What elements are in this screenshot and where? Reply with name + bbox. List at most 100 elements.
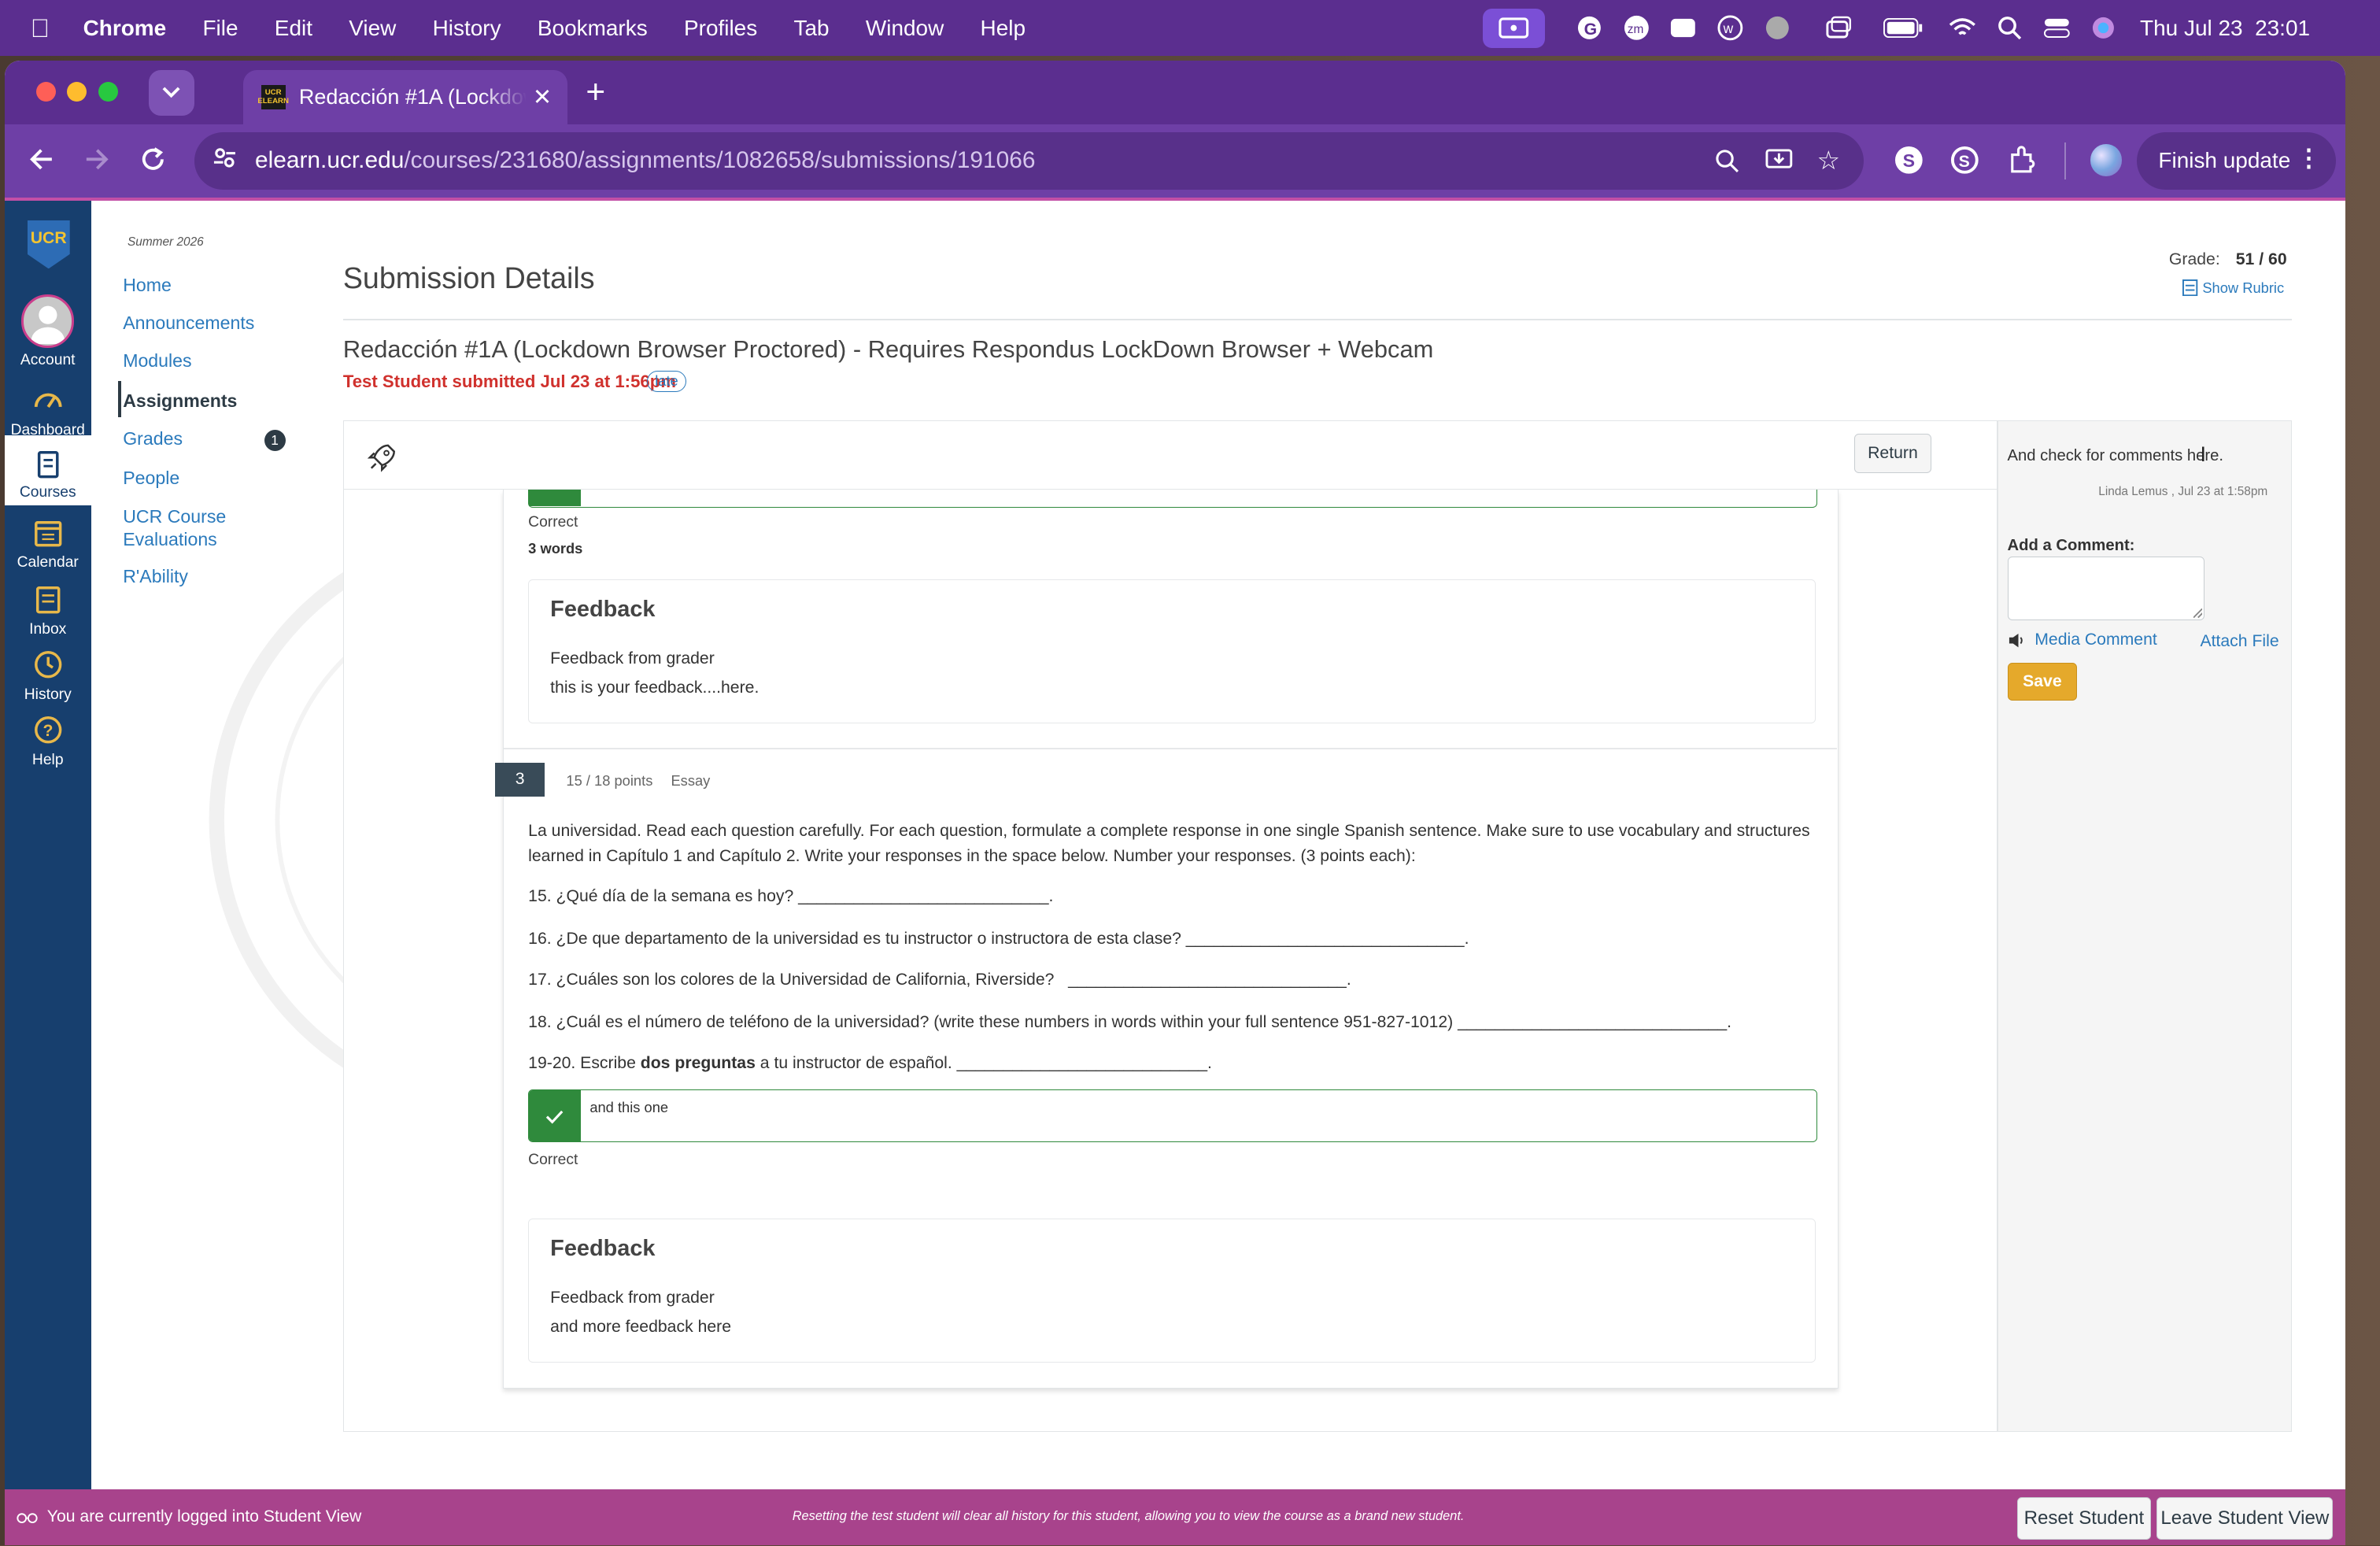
save-button[interactable]: Save xyxy=(2007,662,2078,701)
menu-window[interactable]: Window xyxy=(866,16,944,41)
zoom-lens-icon[interactable] xyxy=(1715,149,1739,179)
nav-inbox[interactable]: Inbox xyxy=(5,583,91,638)
browser-window: UCR ELEARN Redacción #1A (Lockdown Br ✕ … xyxy=(4,61,2345,1546)
nav-account[interactable]: Account xyxy=(5,294,91,369)
comment-textarea[interactable] xyxy=(2007,556,2205,620)
menu-help[interactable]: Help xyxy=(981,16,1026,41)
course-nav-evaluations[interactable]: UCR Course Evaluations xyxy=(123,505,229,551)
extension-s-icon[interactable]: S xyxy=(1894,146,1924,181)
menu-view[interactable]: View xyxy=(349,16,396,41)
course-nav-announcements[interactable]: Announcements xyxy=(123,313,254,334)
siri-icon[interactable] xyxy=(2090,16,2117,40)
quiz-panel: Return Correct 3 words Feedback Feedback… xyxy=(342,420,1998,1432)
menu-tray: G zm w Thu Jul 23 23:01 xyxy=(1483,0,2310,56)
return-button[interactable]: Return xyxy=(1853,433,1932,473)
help-icon: ? xyxy=(34,716,61,744)
forward-icon[interactable] xyxy=(83,146,111,179)
rocket-icon[interactable] xyxy=(367,442,397,473)
leave-student-view-button[interactable]: Leave Student View xyxy=(2156,1496,2334,1540)
menu-bookmarks[interactable]: Bookmarks xyxy=(538,16,648,41)
zoom-window-button[interactable] xyxy=(98,82,119,102)
finish-update-button[interactable]: Finish update ⋮ xyxy=(2137,131,2337,190)
avatar-icon xyxy=(21,294,75,348)
menu-history[interactable]: History xyxy=(433,16,501,41)
page-title: Submission Details xyxy=(342,261,595,294)
nav-calendar-label: Calendar xyxy=(17,553,79,571)
divider xyxy=(2064,142,2066,179)
mac-menu-bar:  Chrome File Edit View History Bookmark… xyxy=(0,0,2380,57)
address-bar[interactable]: elearn.ucr.edu/courses/231680/assignment… xyxy=(194,131,1864,190)
comment-text: And check for comments here. xyxy=(2007,446,2223,464)
glasses-icon xyxy=(17,1513,38,1523)
extensions-puzzle-icon[interactable] xyxy=(2008,146,2037,181)
grade-label: Grade: xyxy=(2168,250,2220,269)
submitted-text: Test Student submitted Jul 23 at 1:56pm xyxy=(342,372,676,392)
course-nav-people[interactable]: People xyxy=(123,468,179,489)
quiz-content: Correct 3 words Feedback Feedback from g… xyxy=(494,477,1839,1389)
globe-icon[interactable] xyxy=(1764,16,1791,40)
menu-app-name[interactable]: Chrome xyxy=(83,16,167,41)
menu-tab[interactable]: Tab xyxy=(793,16,829,41)
student-view-message: You are currently logged into Student Vi… xyxy=(46,1507,362,1526)
question-line-19-20: 19-20. Escribe dos preguntas a tu instru… xyxy=(528,1054,1212,1073)
url-domain: elearn.ucr.edu xyxy=(254,147,405,174)
menu-edit[interactable]: Edit xyxy=(275,16,312,41)
notes-icon[interactable] xyxy=(1669,16,1697,40)
minimize-window-button[interactable] xyxy=(66,82,87,102)
apple-icon[interactable]:  xyxy=(31,13,50,43)
ucr-logo[interactable]: UCR xyxy=(27,220,70,269)
menu-datetime[interactable]: Thu Jul 23 23:01 xyxy=(2140,16,2310,41)
menu-file[interactable]: File xyxy=(202,16,238,41)
zoom-icon[interactable]: zm xyxy=(1623,16,1650,41)
media-comment-link[interactable]: Media Comment xyxy=(2008,631,2157,649)
finish-update-label: Finish update xyxy=(2158,148,2291,173)
tab-search-button[interactable] xyxy=(148,69,194,116)
active-tab[interactable]: UCR ELEARN Redacción #1A (Lockdown Br ✕ xyxy=(242,69,568,125)
course-nav-assignments[interactable]: Assignments xyxy=(123,390,237,412)
bookmark-star-icon[interactable]: ☆ xyxy=(1816,146,1839,176)
nav-history[interactable]: History xyxy=(5,648,91,703)
feedback-box: Feedback Feedback from grader and more f… xyxy=(528,1218,1816,1363)
nav-courses[interactable]: Courses xyxy=(4,435,91,506)
browser-toolbar: elearn.ucr.edu/courses/231680/assignment… xyxy=(4,124,2345,198)
resize-handle-icon[interactable] xyxy=(2193,608,2203,618)
course-nav-home[interactable]: Home xyxy=(123,275,172,296)
kebab-menu-icon[interactable]: ⋮ xyxy=(2297,144,2321,172)
line5-pre: 19-20. Escribe xyxy=(528,1054,641,1073)
spotlight-icon[interactable] xyxy=(1996,16,2023,40)
back-icon[interactable] xyxy=(28,146,55,179)
wifi-icon[interactable] xyxy=(1949,16,1976,40)
reset-student-button[interactable]: Reset Student xyxy=(2017,1496,2151,1540)
grade-value: 51 / 60 xyxy=(2235,250,2287,269)
battery-icon[interactable] xyxy=(1882,16,1924,40)
w-icon[interactable]: w xyxy=(1717,15,1744,41)
extension-grammar-icon[interactable]: S xyxy=(1950,146,1979,181)
profile-avatar-icon[interactable] xyxy=(2090,144,2123,176)
new-tab-button[interactable]: + xyxy=(586,73,605,111)
window-icon[interactable] xyxy=(1824,16,1852,40)
question-line-18: 18. ¿Cuál es el número de teléfono de la… xyxy=(528,1013,1732,1032)
course-nav-rability[interactable]: R'Ability xyxy=(123,566,188,587)
menu-profiles[interactable]: Profiles xyxy=(684,16,757,41)
nav-help-label: Help xyxy=(31,751,64,768)
nav-calendar[interactable]: Calendar xyxy=(5,516,91,571)
screen-share-icon[interactable] xyxy=(1483,8,1546,48)
nav-dashboard[interactable]: Dashboard xyxy=(5,384,91,439)
control-center-icon[interactable] xyxy=(2043,16,2071,40)
nav-account-label: Account xyxy=(20,352,76,369)
show-rubric-link[interactable]: Show Rubric xyxy=(2182,279,2284,297)
course-nav-grades[interactable]: Grades xyxy=(123,428,183,449)
reload-icon[interactable] xyxy=(139,146,167,179)
question-line-15: 15. ¿Qué día de la semana es hoy? ______… xyxy=(528,887,1054,906)
courses-icon xyxy=(37,450,59,479)
site-info-icon[interactable] xyxy=(213,146,237,176)
attach-file-link[interactable]: Attach File xyxy=(2200,632,2278,651)
install-app-icon[interactable] xyxy=(1765,149,1793,179)
close-window-button[interactable] xyxy=(36,82,57,102)
grammarly-icon[interactable]: G xyxy=(1576,16,1603,40)
prev-feedback-title: Feedback xyxy=(550,596,656,622)
line5-bold: dos preguntas xyxy=(640,1054,756,1073)
course-nav-modules[interactable]: Modules xyxy=(123,350,191,372)
nav-help[interactable]: ? Help xyxy=(5,713,91,768)
close-tab-icon[interactable]: ✕ xyxy=(533,83,552,111)
